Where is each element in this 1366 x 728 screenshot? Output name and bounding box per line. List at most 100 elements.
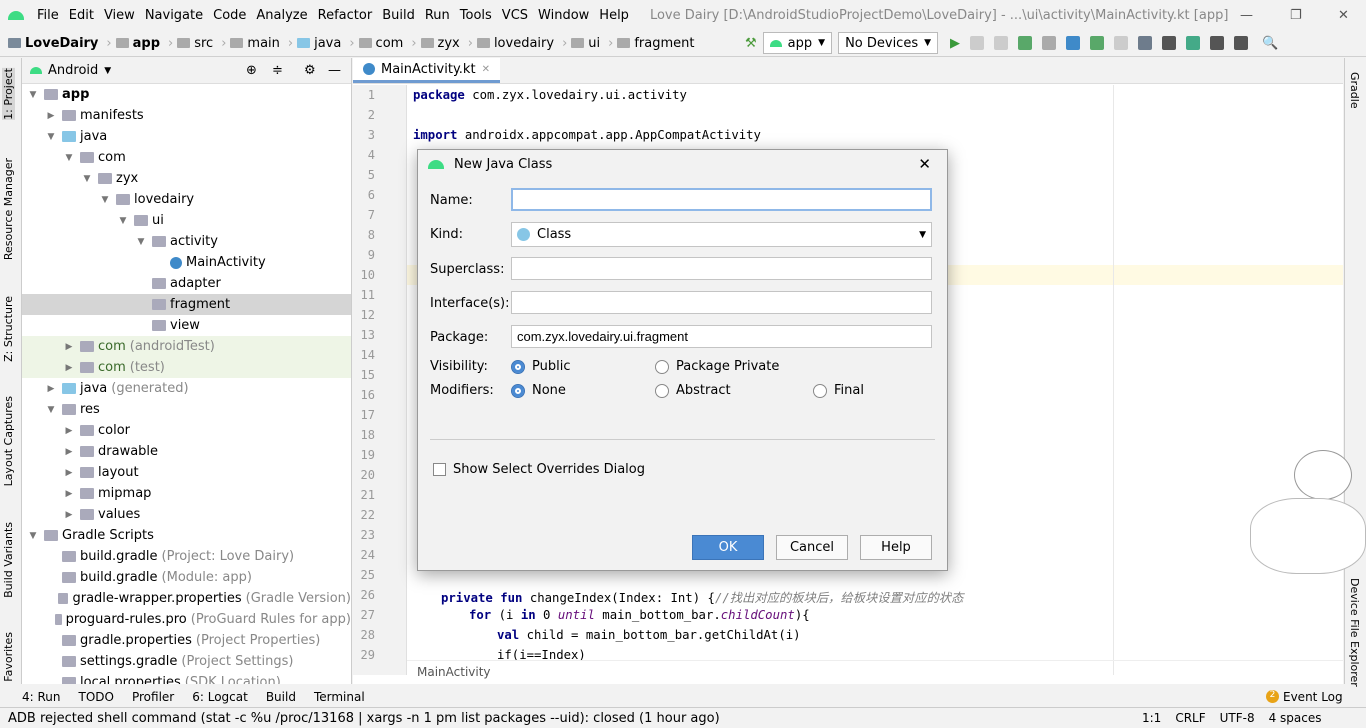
tree-item[interactable]: ▼ java: [22, 126, 351, 147]
menu-build[interactable]: Build: [382, 8, 415, 23]
tree-item[interactable]: ▼ Gradle Scripts: [22, 525, 351, 546]
tree-item[interactable]: build.gradle (Project: Love Dairy): [22, 546, 351, 567]
tree-item[interactable]: MainActivity: [22, 252, 351, 273]
expand-arrow-icon[interactable]: ▼: [62, 153, 76, 163]
tab-gradle[interactable]: Gradle: [1348, 72, 1361, 109]
tree-item[interactable]: ▶ com (test): [22, 357, 351, 378]
menu-help[interactable]: Help: [599, 8, 629, 23]
modifier-final-radio[interactable]: Final: [813, 383, 864, 398]
tree-item[interactable]: ▶ color: [22, 420, 351, 441]
menu-vcs[interactable]: VCS: [502, 8, 528, 23]
tab-resource-manager[interactable]: Resource Manager: [2, 158, 15, 260]
tree-item[interactable]: adapter: [22, 273, 351, 294]
device-select[interactable]: No Devices ▼: [838, 32, 939, 54]
crumb-app[interactable]: app: [115, 36, 160, 51]
crumb-lovedairy[interactable]: lovedairy: [476, 36, 554, 51]
layout-inspector-icon[interactable]: [1234, 36, 1249, 50]
expand-arrow-icon[interactable]: ▶: [62, 426, 76, 436]
tab-device-file-explorer[interactable]: Device File Explorer: [1348, 578, 1361, 687]
code-line-1[interactable]: package com.zyx.lovedairy.ui.activity: [413, 88, 687, 102]
tab-project[interactable]: 1: Project: [2, 68, 15, 120]
editor-breadcrumb[interactable]: MainActivity: [407, 660, 1343, 684]
menu-view[interactable]: View: [104, 8, 135, 23]
tree-item[interactable]: fragment: [22, 294, 351, 315]
locate-icon[interactable]: ⊕: [246, 63, 257, 78]
tab-layout-captures[interactable]: Layout Captures: [2, 396, 15, 486]
minimize-icon[interactable]: —: [1240, 8, 1253, 23]
tab-profiler[interactable]: Profiler: [132, 690, 174, 704]
tab-main-activity[interactable]: MainActivity.kt ✕: [353, 58, 500, 83]
tab-terminal[interactable]: Terminal: [314, 690, 365, 704]
tree-item[interactable]: ▼ zyx: [22, 168, 351, 189]
tree-item[interactable]: ▶ drawable: [22, 441, 351, 462]
code-line-26[interactable]: private fun changeIndex(Index: Int) {//找…: [441, 588, 963, 606]
ok-button[interactable]: OK: [692, 535, 764, 560]
close-tab-icon[interactable]: ✕: [482, 64, 490, 75]
expand-arrow-icon[interactable]: ▼: [116, 216, 130, 226]
encoding[interactable]: UTF-8: [1220, 711, 1255, 725]
expand-arrow-icon[interactable]: ▼: [80, 174, 94, 184]
expand-arrow-icon[interactable]: ▶: [44, 111, 58, 121]
tree-item[interactable]: build.gradle (Module: app): [22, 567, 351, 588]
expand-arrow-icon[interactable]: ▶: [62, 447, 76, 457]
tree-item[interactable]: ▼ com: [22, 147, 351, 168]
expand-arrow-icon[interactable]: ▼: [26, 531, 40, 541]
tree-item[interactable]: settings.gradle (Project Settings): [22, 651, 351, 672]
debug-icon[interactable]: [1018, 36, 1033, 50]
indent[interactable]: 4 spaces: [1269, 711, 1322, 725]
restore-icon[interactable]: ❐: [1290, 8, 1302, 23]
tree-item[interactable]: gradle-wrapper.properties (Gradle Version…: [22, 588, 351, 609]
cancel-button[interactable]: Cancel: [776, 535, 848, 560]
menu-refactor[interactable]: Refactor: [318, 8, 373, 23]
expand-arrow-icon[interactable]: ▼: [134, 237, 148, 247]
tree-item[interactable]: local.properties (SDK Location): [22, 672, 351, 684]
tree-item[interactable]: ▼ app: [22, 84, 351, 105]
tree-item[interactable]: ▼ res: [22, 399, 351, 420]
expand-arrow-icon[interactable]: ▼: [26, 90, 40, 100]
expand-arrow-icon[interactable]: ▼: [44, 132, 58, 142]
tree-item[interactable]: view: [22, 315, 351, 336]
tab-build-variants[interactable]: Build Variants: [2, 522, 15, 598]
apply-changes-icon[interactable]: [970, 36, 985, 50]
expand-arrow-icon[interactable]: ▶: [62, 363, 76, 373]
crumb-fragment[interactable]: fragment: [617, 36, 694, 51]
code-line-3[interactable]: import androidx.appcompat.app.AppCompatA…: [413, 128, 761, 142]
tab-build[interactable]: Build: [266, 690, 296, 704]
menu-window[interactable]: Window: [538, 8, 589, 23]
caret-position[interactable]: 1:1: [1142, 711, 1161, 725]
tree-item[interactable]: ▶ layout: [22, 462, 351, 483]
tree-item[interactable]: ▼ ui: [22, 210, 351, 231]
menu-code[interactable]: Code: [213, 8, 246, 23]
collapse-icon[interactable]: ≑: [272, 63, 283, 78]
expand-arrow-icon[interactable]: ▶: [62, 468, 76, 478]
expand-arrow-icon[interactable]: ▶: [62, 489, 76, 499]
crumb-com[interactable]: com: [358, 36, 403, 51]
code-line-27[interactable]: for (i in 0 until main_bottom_bar.childC…: [469, 608, 810, 622]
tree-item[interactable]: ▼ activity: [22, 231, 351, 252]
modifier-none-radio[interactable]: None: [511, 383, 566, 398]
project-structure-icon[interactable]: [1138, 36, 1153, 50]
crumb-ui[interactable]: ui: [571, 36, 600, 51]
gear-icon[interactable]: ⚙: [304, 63, 316, 78]
tab-structure[interactable]: Z: Structure: [2, 296, 15, 362]
tree-item[interactable]: ▶ java (generated): [22, 378, 351, 399]
visibility-public-radio[interactable]: Public: [511, 359, 570, 374]
tab-run[interactable]: 4: Run: [22, 690, 61, 704]
tab-logcat[interactable]: 6: Logcat: [192, 690, 248, 704]
menu-analyze[interactable]: Analyze: [256, 8, 307, 23]
show-overrides-checkbox[interactable]: Show Select Overrides Dialog: [433, 462, 645, 477]
stop-icon[interactable]: [1114, 36, 1129, 50]
name-input[interactable]: [511, 188, 932, 211]
menu-run[interactable]: Run: [425, 8, 450, 23]
expand-arrow-icon[interactable]: ▶: [62, 510, 76, 520]
tree-item[interactable]: ▼ lovedairy: [22, 189, 351, 210]
help-button[interactable]: Help: [860, 535, 932, 560]
status-message[interactable]: ADB rejected shell command (stat -c %u /…: [8, 711, 720, 726]
close-dialog-icon[interactable]: ✕: [918, 155, 931, 173]
tree-item[interactable]: ▶ values: [22, 504, 351, 525]
sdk-manager-icon[interactable]: [1210, 36, 1225, 50]
sync-gradle-icon[interactable]: [1186, 36, 1201, 50]
close-window-icon[interactable]: ✕: [1338, 8, 1349, 23]
expand-arrow-icon[interactable]: ▶: [44, 384, 58, 394]
menu-edit[interactable]: Edit: [69, 8, 94, 23]
